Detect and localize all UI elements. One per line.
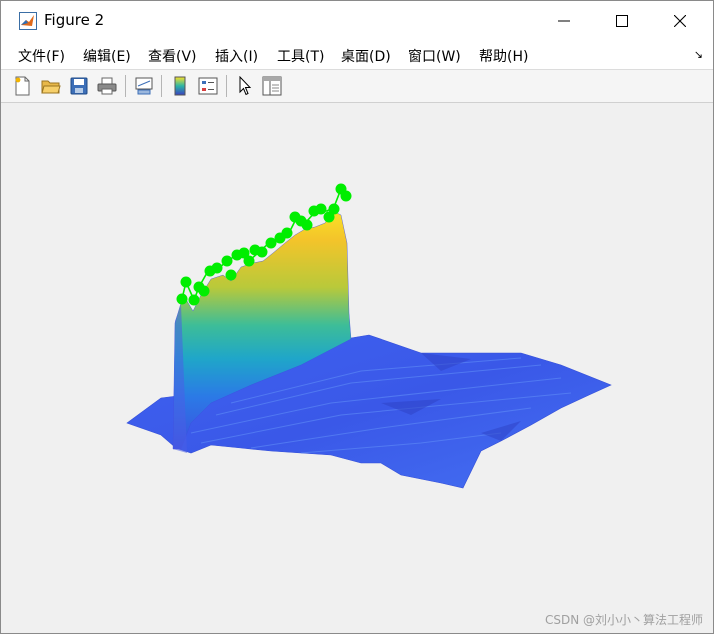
menu-bar: 文件(F) 编辑(E) 查看(V) 插入(I) 工具(T) 桌面(D) 窗口(W… bbox=[1, 41, 713, 69]
open-file-icon[interactable] bbox=[40, 75, 62, 97]
menu-view[interactable]: 查看(V) bbox=[148, 46, 197, 66]
close-button[interactable] bbox=[651, 1, 709, 41]
window-title: Figure 2 bbox=[44, 11, 105, 29]
menu-file[interactable]: 文件(F) bbox=[18, 46, 65, 66]
menu-insert[interactable]: 插入(I) bbox=[215, 46, 258, 66]
insert-legend-icon[interactable] bbox=[197, 75, 219, 97]
edit-plot-icon[interactable] bbox=[234, 75, 256, 97]
save-icon[interactable] bbox=[68, 75, 90, 97]
matlab-logo-icon bbox=[19, 12, 37, 30]
menu-tools[interactable]: 工具(T) bbox=[277, 46, 324, 66]
maximize-icon bbox=[616, 15, 628, 27]
menu-edit[interactable]: 编辑(E) bbox=[83, 46, 131, 66]
toolbar-separator bbox=[125, 75, 126, 97]
insert-colorbar-icon[interactable] bbox=[169, 75, 191, 97]
close-icon bbox=[674, 15, 686, 27]
toolbar-separator bbox=[226, 75, 227, 97]
figure-toolbar bbox=[1, 69, 713, 103]
figure-window: Figure 2 文件(F) 编辑(E) 查看(V) 插入(I) 工具(T) 桌… bbox=[0, 0, 714, 634]
link-plot-icon[interactable] bbox=[133, 75, 155, 97]
figure-canvas: CSDN @刘小小丶算法工程师 bbox=[1, 103, 713, 633]
minimize-button[interactable] bbox=[535, 1, 593, 41]
menu-help[interactable]: 帮助(H) bbox=[479, 46, 528, 66]
new-figure-icon[interactable] bbox=[12, 75, 34, 97]
dock-figure-icon[interactable]: ↘ bbox=[694, 48, 703, 61]
menu-window[interactable]: 窗口(W) bbox=[408, 46, 461, 66]
menu-desktop[interactable]: 桌面(D) bbox=[341, 46, 391, 66]
watermark: CSDN @刘小小丶算法工程师 bbox=[544, 613, 703, 627]
minimize-icon bbox=[558, 20, 570, 22]
title-bar: Figure 2 bbox=[1, 1, 713, 41]
property-inspector-icon[interactable] bbox=[261, 75, 283, 97]
maximize-button[interactable] bbox=[593, 1, 651, 41]
surface-plot[interactable] bbox=[1, 103, 713, 633]
toolbar-separator bbox=[161, 75, 162, 97]
print-icon[interactable] bbox=[96, 75, 118, 97]
